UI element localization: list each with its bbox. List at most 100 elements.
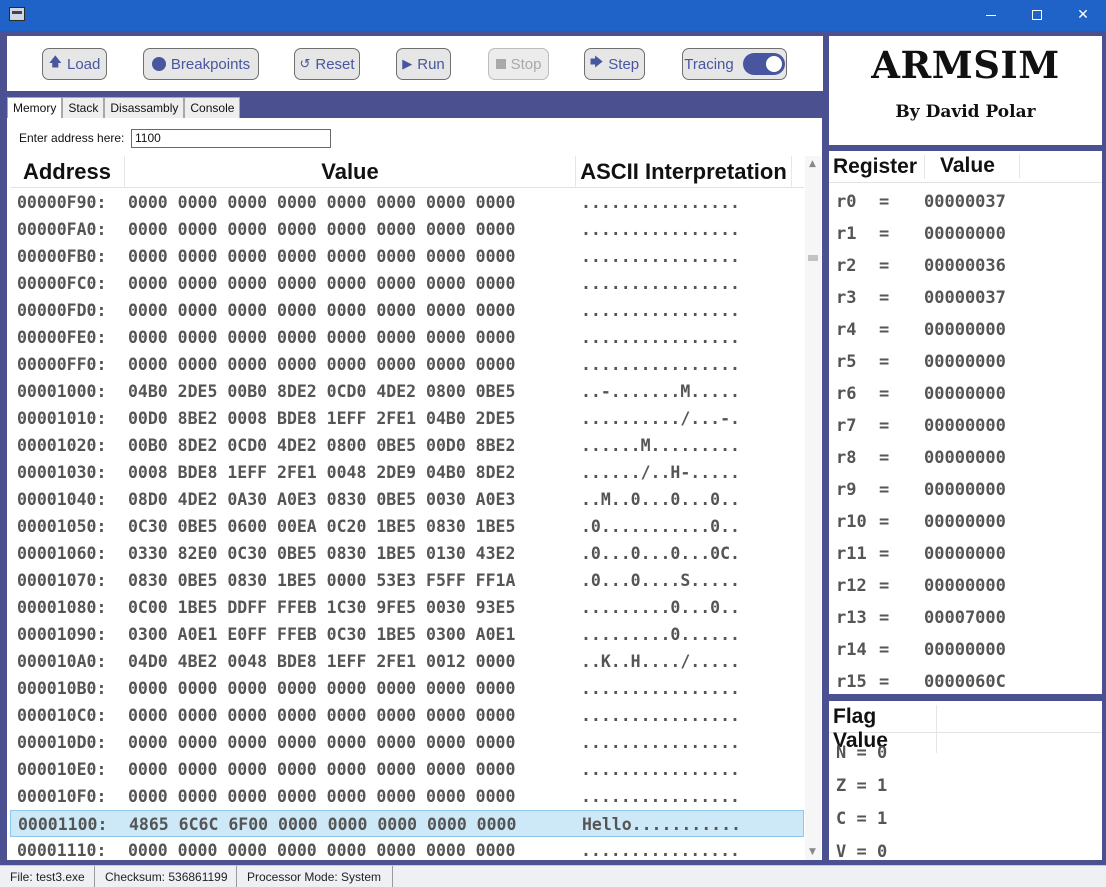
memory-row[interactable]: 000010E0: 0000 0000 0000 0000 0000 0000 0… [10, 756, 804, 783]
memory-row[interactable]: 000010C0: 0000 0000 0000 0000 0000 0000 0… [10, 702, 804, 729]
memory-value-cell: 0330 82E0 0C30 0BE5 0830 1BE5 0130 43E2 [128, 544, 516, 563]
memory-ascii-cell: ..-.......M..... [581, 382, 740, 401]
register-rows: r0 = 00000037 r1 = 00000000 r2 = 00000036 r3 = 0000… [829, 186, 1102, 694]
memory-row[interactable]: 00000FA0: 0000 0000 0000 0000 0000 0000 0… [10, 216, 804, 243]
register-column-header[interactable]: Register [833, 155, 925, 179]
stop-button[interactable]: Stop [488, 48, 549, 80]
register-value: 00000037 [924, 288, 1006, 308]
run-button[interactable]: ▶ Run [396, 48, 451, 80]
stop-icon [495, 59, 506, 69]
vertical-scrollbar[interactable]: ▲ ▼ [805, 156, 821, 860]
memory-row[interactable]: 00001100: 4865 6C6C 6F00 0000 0000 0000 0… [10, 810, 804, 837]
memory-rows: 00000F90: 0000 0000 0000 0000 0000 0000 0… [10, 189, 804, 860]
memory-row[interactable]: 00000FE0: 0000 0000 0000 0000 0000 0000 0… [10, 324, 804, 351]
address-input[interactable]: 1100 [131, 129, 331, 148]
memory-row[interactable]: 00001090: 0300 A0E1 E0FF FFEB 0C30 1BE5 0… [10, 621, 804, 648]
memory-ascii-cell: ................ [581, 193, 740, 212]
equals-sign: = [879, 608, 890, 628]
memory-row[interactable]: 00001030: 0008 BDE8 1EFF 2FE1 0048 2DE9 0… [10, 459, 804, 486]
equals-sign: = [846, 743, 877, 763]
memory-value-cell: 0000 0000 0000 0000 0000 0000 0000 0000 [128, 274, 516, 293]
memory-address-cell: 00001080: [17, 598, 107, 617]
memory-row[interactable]: 00001050: 0C30 0BE5 0600 00EA 0C20 1BE5 0… [10, 513, 804, 540]
flag-name: N [836, 743, 847, 763]
memory-row[interactable]: 00001060: 0330 82E0 0C30 0BE5 0830 1BE5 0… [10, 540, 804, 567]
memory-address-cell: 00000FD0: [17, 301, 107, 320]
tab-console[interactable]: Console [184, 97, 241, 118]
memory-address-cell: 00001110: [17, 841, 107, 860]
memory-row[interactable]: 00000FC0: 0000 0000 0000 0000 0000 0000 0… [10, 270, 804, 297]
memory-ascii-cell: ......M......... [581, 436, 740, 455]
load-label: Load [67, 55, 101, 73]
memory-ascii-cell: ................ [581, 301, 740, 320]
memory-row[interactable]: 00001070: 0830 0BE5 0830 1BE5 0000 53E3 F… [10, 567, 804, 594]
register-name: r7 [836, 416, 857, 436]
tab-strip: Memory Stack Disassambly Console [7, 97, 241, 119]
ascii-column-header[interactable]: ASCII Interpretation [576, 156, 792, 188]
scroll-up-icon[interactable]: ▲ [809, 159, 816, 169]
address-column-header[interactable]: Address [10, 156, 125, 188]
step-button[interactable]: 🡆 Step [584, 48, 645, 80]
memory-value-cell: 04D0 4BE2 0048 BDE8 1EFF 2FE1 0012 0000 [128, 652, 516, 671]
equals-sign: = [846, 776, 877, 796]
memory-row[interactable]: 00000F90: 0000 0000 0000 0000 0000 0000 0… [10, 189, 804, 216]
flag-rows: N = 0Z = 1C = 1V = 0 [829, 737, 887, 860]
minimize-button[interactable] [968, 0, 1014, 31]
play-icon: ▶ [402, 56, 413, 72]
equals-sign: = [879, 384, 890, 404]
tracing-toggle[interactable]: Tracing [682, 48, 787, 80]
register-row: r6 = 00000000 [829, 378, 1102, 410]
status-bar: File: test3.exe Checksum: 536861199 Proc… [0, 865, 1106, 887]
memory-row[interactable]: 000010B0: 0000 0000 0000 0000 0000 0000 0… [10, 675, 804, 702]
register-value: 00000037 [924, 192, 1006, 212]
memory-row[interactable]: 00000FD0: 0000 0000 0000 0000 0000 0000 0… [10, 297, 804, 324]
memory-row[interactable]: 000010A0: 04D0 4BE2 0048 BDE8 1EFF 2FE1 0… [10, 648, 804, 675]
register-row: r14 = 00000000 [829, 634, 1102, 666]
memory-grid-header: Address Value ASCII Interpretation [10, 156, 804, 188]
register-name: r6 [836, 384, 857, 404]
register-value: 00000000 [924, 448, 1006, 468]
reset-button[interactable]: ↺ Reset [294, 48, 360, 80]
memory-row[interactable]: 000010F0: 0000 0000 0000 0000 0000 0000 0… [10, 783, 804, 810]
equals-sign: = [879, 320, 890, 340]
memory-row[interactable]: 00000FB0: 0000 0000 0000 0000 0000 0000 0… [10, 243, 804, 270]
register-value-column-header[interactable]: Value [940, 154, 1020, 178]
close-button[interactable]: ✕ [1060, 0, 1106, 31]
memory-ascii-cell: ................ [581, 220, 740, 239]
register-row: r9 = 00000000 [829, 474, 1102, 506]
memory-panel: Enter address here: 1100 Address Value A… [7, 118, 822, 860]
status-checksum: Checksum: 536861199 [95, 866, 237, 887]
toggle-switch-icon[interactable] [742, 53, 785, 75]
value-column-header[interactable]: Value [125, 156, 576, 188]
title-bar[interactable]: ✕ [0, 0, 1106, 31]
scroll-thumb[interactable] [808, 255, 818, 261]
memory-ascii-cell: ................ [581, 328, 740, 347]
scroll-down-icon[interactable]: ▼ [809, 847, 816, 857]
flag-panel: Flag Value N = 0Z = 1C = 1V = 0 [829, 701, 1102, 860]
equals-sign: = [879, 448, 890, 468]
register-row: r15 = 0000060C [829, 666, 1102, 694]
memory-row[interactable]: 00001080: 0C00 1BE5 DDFF FFEB 1C30 9FE5 0… [10, 594, 804, 621]
memory-row[interactable]: 00001020: 00B0 8DE2 0CD0 4DE2 0800 0BE5 0… [10, 432, 804, 459]
tab-memory[interactable]: Memory [7, 97, 63, 119]
memory-ascii-cell: ................ [581, 679, 740, 698]
memory-row[interactable]: 000010D0: 0000 0000 0000 0000 0000 0000 0… [10, 729, 804, 756]
breakpoints-button[interactable]: Breakpoints [143, 48, 259, 80]
memory-address-cell: 00001000: [17, 382, 107, 401]
memory-row[interactable]: 00001040: 08D0 4DE2 0A30 A0E3 0830 0BE5 0… [10, 486, 804, 513]
register-row: r13 = 00007000 [829, 602, 1102, 634]
memory-row[interactable]: 00001110: 0000 0000 0000 0000 0000 0000 0… [10, 837, 804, 860]
memory-row[interactable]: 00001000: 04B0 2DE5 00B0 8DE2 0CD0 4DE2 0… [10, 378, 804, 405]
memory-value-cell: 0000 0000 0000 0000 0000 0000 0000 0000 [128, 220, 516, 239]
memory-ascii-cell: .........0...0.. [581, 598, 740, 617]
memory-row[interactable]: 00000FF0: 0000 0000 0000 0000 0000 0000 0… [10, 351, 804, 378]
maximize-button[interactable] [1014, 0, 1060, 31]
memory-address-cell: 00001070: [17, 571, 107, 590]
memory-ascii-cell: ................ [581, 247, 740, 266]
memory-row[interactable]: 00001010: 00D0 8BE2 0008 BDE8 1EFF 2FE1 0… [10, 405, 804, 432]
tab-stack[interactable]: Stack [62, 97, 105, 118]
memory-value-cell: 0C30 0BE5 0600 00EA 0C20 1BE5 0830 1BE5 [128, 517, 516, 536]
load-button[interactable]: 🡅 Load [42, 48, 107, 80]
tab-disassembly[interactable]: Disassambly [104, 97, 185, 118]
memory-ascii-cell: ..K..H..../..... [581, 652, 740, 671]
